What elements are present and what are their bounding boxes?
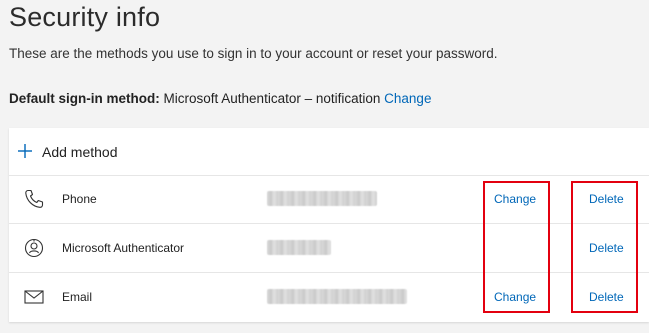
methods-card: Add method Phone Change Delete Microsoft… (9, 128, 649, 322)
change-email-link[interactable]: Change (494, 290, 536, 304)
delete-phone-link[interactable]: Delete (589, 192, 624, 206)
method-value-redacted (267, 289, 407, 304)
default-method-value: Microsoft Authenticator – notification (163, 91, 381, 106)
method-row-email: Email Change Delete (9, 273, 649, 321)
default-method-label: Default sign-in method: (9, 91, 160, 106)
email-icon (24, 290, 44, 304)
add-method-button[interactable]: Add method (9, 128, 649, 176)
method-row-phone: Phone Change Delete (9, 175, 649, 224)
default-method-change-link[interactable]: Change (384, 91, 431, 106)
default-sign-in-method: Default sign-in method: Microsoft Authen… (9, 91, 431, 106)
delete-authenticator-link[interactable]: Delete (589, 241, 624, 255)
phone-icon (25, 189, 44, 208)
method-name: Phone (62, 192, 97, 206)
change-phone-link[interactable]: Change (494, 192, 536, 206)
method-value-redacted (267, 191, 377, 206)
delete-email-link[interactable]: Delete (589, 290, 624, 304)
security-info-page: Security info These are the methods you … (0, 0, 649, 333)
plus-icon (18, 144, 32, 158)
method-value-redacted (267, 240, 331, 255)
authenticator-icon (24, 238, 44, 258)
page-subtitle: These are the methods you use to sign in… (9, 46, 498, 61)
method-name: Microsoft Authenticator (62, 241, 185, 255)
add-method-label: Add method (42, 144, 118, 160)
method-name: Email (62, 290, 93, 304)
method-row-authenticator: Microsoft Authenticator Delete (9, 224, 649, 273)
page-title: Security info (9, 2, 161, 32)
